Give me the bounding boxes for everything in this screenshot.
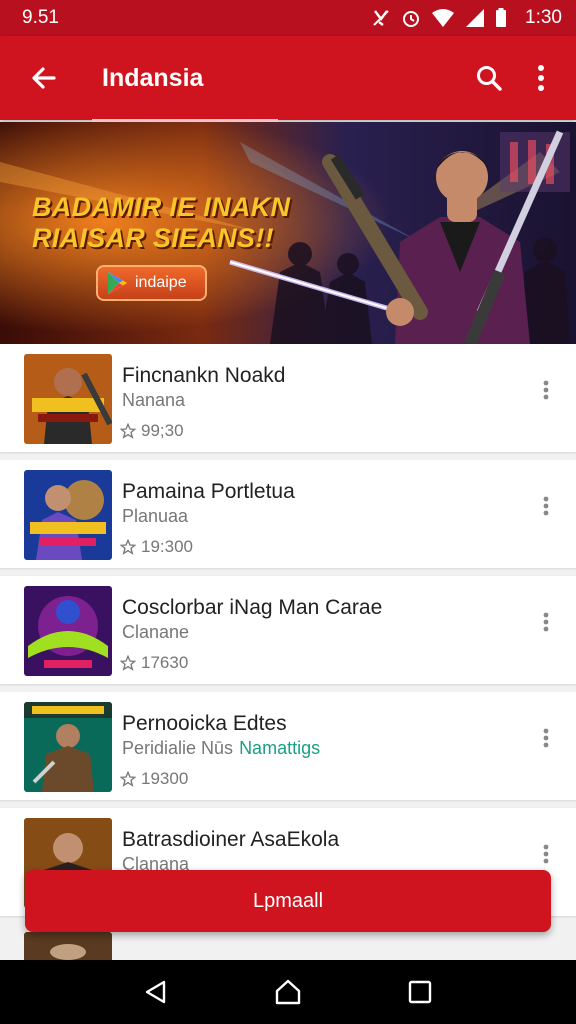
app-thumbnail (24, 702, 112, 792)
nav-home-button[interactable] (263, 967, 313, 1017)
list-item[interactable]: Fincnankn Noakd Nanana 99;30 (0, 344, 576, 452)
arrow-back-icon (32, 67, 56, 89)
app-rating: 17630 (120, 653, 188, 673)
app-title: Cosclorbar iNag Man Carae (122, 596, 383, 619)
app-title: Batrasdioiner AsaEkola (122, 828, 340, 851)
signal-icon (465, 8, 485, 28)
app-actions (466, 55, 564, 101)
item-menu-button[interactable] (534, 726, 558, 750)
star-outline-icon (120, 771, 136, 787)
back-button[interactable] (20, 54, 68, 102)
app-bar: Indansia (0, 36, 576, 120)
banner-play-button-label: indaipe (135, 274, 187, 291)
mute-icon (371, 8, 391, 28)
app-accent-label: Namattigs (239, 738, 321, 758)
list-item[interactable]: Cosclorbar iNag Man Carae Clanane 17630 (0, 576, 576, 684)
app-rating: 19300 (120, 769, 188, 789)
star-outline-icon (120, 423, 136, 439)
battery-icon (495, 8, 507, 28)
app-thumbnail-partial (24, 932, 112, 960)
install-button[interactable]: Lpmaall (25, 870, 551, 932)
item-menu-button[interactable] (534, 494, 558, 518)
banner-headline-line2: RIAISAR SIEANS!! (32, 223, 274, 253)
more-vert-icon (543, 496, 549, 516)
status-icons: 1:30 (371, 7, 562, 29)
app-subtitle: Peridialie Nūs Namattigs (122, 738, 321, 758)
banner-headline-line1: BADAMIR IE INAKN (32, 192, 291, 222)
more-vert-icon (543, 844, 549, 864)
status-time-right: 1:30 (525, 7, 562, 28)
item-menu-button[interactable] (534, 378, 558, 402)
play-store-icon (108, 272, 127, 294)
nav-back-button[interactable] (131, 967, 181, 1017)
app-thumbnail (24, 470, 112, 560)
app-title: Indansia (102, 63, 204, 92)
nav-home-icon (275, 979, 301, 1005)
system-nav-bar (0, 960, 576, 1024)
banner-play-button[interactable]: indaipe (96, 265, 207, 301)
app-rating: 99;30 (120, 421, 184, 441)
alarm-icon (401, 8, 421, 28)
star-outline-icon (120, 539, 136, 555)
app-subtitle: Planuaa (122, 506, 189, 526)
promo-banner[interactable]: BADAMIR IE INAKN RIAISAR SIEANS!! indaip… (0, 122, 576, 344)
app-title: Fincnankn Noakd (122, 364, 286, 387)
item-menu-button[interactable] (534, 610, 558, 634)
app-thumbnail (24, 586, 112, 676)
overflow-menu-button[interactable] (518, 55, 564, 101)
list-item[interactable]: Pamaina Portletua Planuaa 19:300 (0, 460, 576, 568)
list-item[interactable]: Pernooicka Edtes Peridialie Nūs Namattigs… (0, 692, 576, 800)
search-button[interactable] (466, 55, 512, 101)
install-button-label: Lpmaall (252, 889, 324, 912)
app-list: Fincnankn Noakd Nanana 99;30 Pamaina Por… (0, 344, 576, 924)
nav-back-icon (145, 980, 166, 1004)
app-subtitle: Clanane (122, 622, 190, 642)
app-title: Pernooicka Edtes (122, 712, 287, 735)
item-menu-button[interactable] (534, 842, 558, 866)
star-outline-icon (120, 655, 136, 671)
more-vert-icon (538, 65, 544, 91)
nav-recents-button[interactable] (395, 967, 445, 1017)
search-icon (477, 66, 502, 91)
status-time-left: 9.51 (22, 7, 59, 28)
wifi-icon (431, 8, 455, 28)
nav-recents-icon (408, 980, 432, 1004)
banner-headline: BADAMIR IE INAKN RIAISAR SIEANS!! (32, 192, 290, 254)
more-vert-icon (543, 728, 549, 748)
app-subtitle: Nanana (122, 390, 186, 410)
app-thumbnail (24, 354, 112, 444)
app-rating: 19:300 (120, 537, 193, 557)
status-bar: 9.51 1:30 (0, 0, 576, 36)
more-vert-icon (543, 612, 549, 632)
app-title: Pamaina Portletua (122, 480, 295, 503)
more-vert-icon (543, 380, 549, 400)
